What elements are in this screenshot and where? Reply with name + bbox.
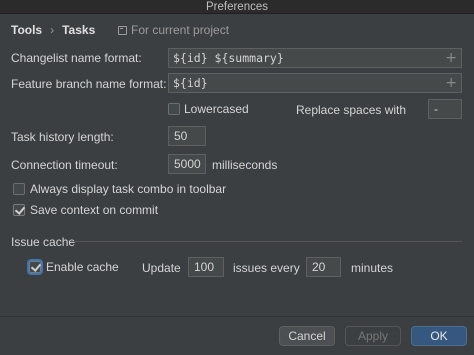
replace-spaces-field[interactable]: -	[428, 99, 462, 119]
save-context-checkbox[interactable]	[13, 204, 25, 216]
changelist-format-value: ${id} ${summary}	[173, 51, 284, 65]
breadcrumb-separator: ›	[50, 23, 55, 37]
connection-timeout-field[interactable]: 5000	[168, 154, 206, 174]
save-context-label: Save context on commit	[30, 203, 159, 217]
scope-label: For current project	[131, 23, 230, 37]
enable-cache-label: Enable cache	[46, 260, 119, 274]
scope-indicator: For current project	[118, 22, 229, 38]
breadcrumb: Tools › Tasks	[11, 22, 95, 38]
breadcrumb-tools[interactable]: Tools	[11, 23, 42, 37]
cancel-button[interactable]: Cancel	[279, 326, 335, 346]
insert-variable-icon[interactable]: +	[445, 49, 457, 67]
always-display-combo-checkbox[interactable]	[13, 183, 25, 195]
task-history-label: Task history length:	[11, 130, 114, 144]
window-title: Preferences	[0, 0, 474, 14]
always-display-combo-label: Always display task combo in toolbar	[30, 182, 227, 196]
enable-cache-checkbox[interactable]	[27, 259, 43, 275]
cache-interval-field[interactable]: 20	[306, 257, 341, 277]
issues-every-label: issues every	[233, 261, 300, 275]
ok-button[interactable]: OK	[411, 326, 467, 346]
update-count-field[interactable]: 100	[188, 257, 224, 277]
connection-timeout-label: Connection timeout:	[11, 158, 118, 172]
changelist-format-field[interactable]: ${id} ${summary} +	[168, 48, 462, 68]
update-label: Update	[142, 261, 181, 275]
breadcrumb-tasks: Tasks	[62, 23, 96, 37]
replace-spaces-label: Replace spaces with	[296, 103, 407, 117]
insert-variable-icon[interactable]: +	[445, 74, 457, 92]
changelist-format-label: Changelist name format:	[11, 51, 142, 65]
minutes-label: minutes	[351, 261, 394, 275]
task-history-field[interactable]: 50	[168, 126, 206, 146]
lowercased-checkbox[interactable]	[168, 103, 180, 115]
footer-divider	[0, 316, 474, 317]
feature-branch-format-value: ${id}	[173, 76, 208, 90]
feature-branch-format-label: Feature branch name format:	[11, 77, 167, 91]
connection-timeout-unit: milliseconds	[212, 158, 278, 172]
project-scope-icon	[118, 25, 127, 35]
feature-branch-format-field[interactable]: ${id} +	[168, 73, 462, 93]
apply-button[interactable]: Apply	[345, 326, 401, 346]
issue-cache-section-title: Issue cache	[11, 235, 76, 249]
section-divider	[70, 241, 462, 242]
lowercased-label: Lowercased	[184, 102, 249, 116]
